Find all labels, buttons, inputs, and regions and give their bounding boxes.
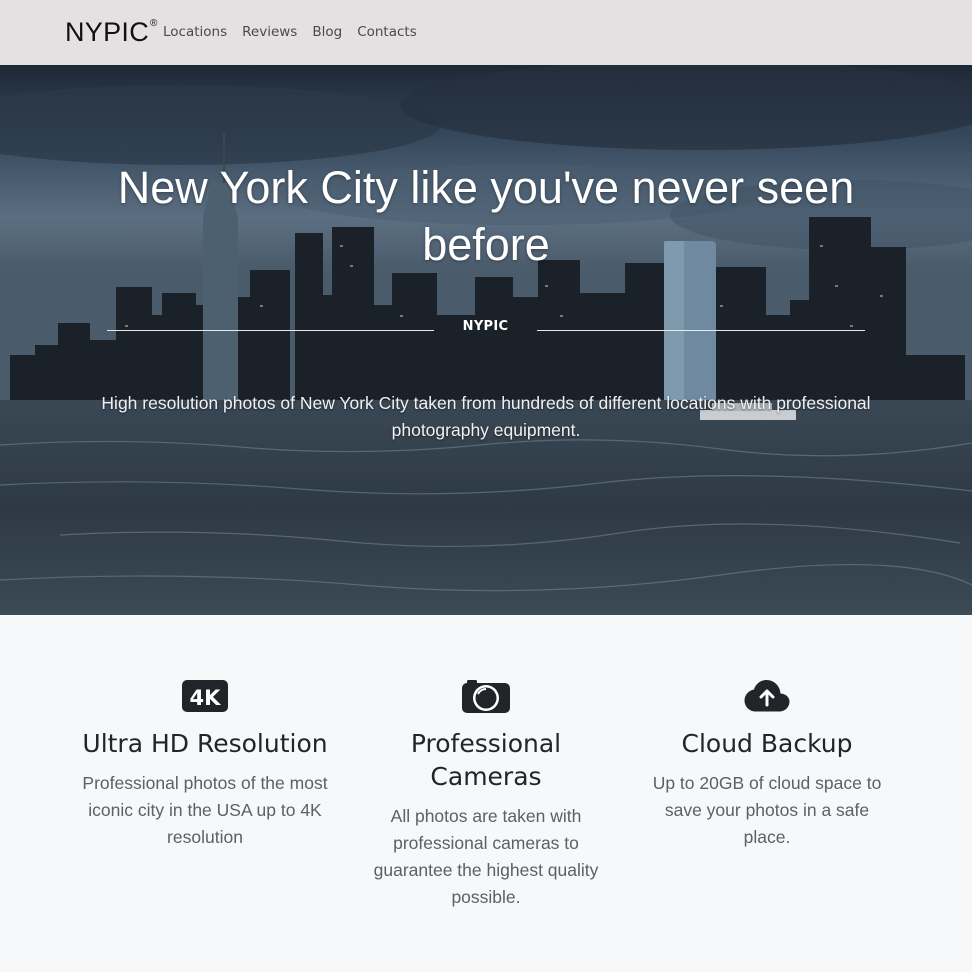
registered-mark: ® (150, 18, 158, 29)
4k-icon-text: 4K (190, 686, 222, 710)
camera-icon (345, 678, 627, 714)
navbar: NYPIC® Locations Reviews Blog Contacts (0, 0, 972, 65)
divider-line-right (537, 330, 865, 331)
nav-link-locations[interactable]: Locations (163, 24, 227, 40)
nav-link-blog[interactable]: Blog (312, 24, 342, 40)
feature-ultra-hd: 4K Ultra HD Resolution Professional phot… (64, 678, 346, 851)
hero-title: New York City like you've never seen bef… (117, 162, 855, 270)
main-nav: Locations Reviews Blog Contacts (163, 24, 417, 40)
feature-title: Professional Cameras (410, 729, 562, 791)
cloud-upload-icon (626, 678, 908, 714)
brand-name: NYPIC (65, 17, 150, 47)
hero-subtitle: High resolution photos of New York City … (101, 393, 871, 440)
feature-title: Ultra HD Resolution (82, 729, 328, 758)
hero-divider: NYPIC (107, 317, 865, 339)
brand-logo[interactable]: NYPIC® (65, 17, 158, 48)
feature-title: Cloud Backup (681, 729, 853, 758)
divider-label: NYPIC (462, 319, 509, 334)
hero-section: New York City like you've never seen bef… (0, 65, 972, 615)
divider-line-left (107, 330, 434, 331)
feature-description: All photos are taken with professional c… (373, 806, 599, 907)
nav-link-reviews[interactable]: Reviews (242, 24, 297, 40)
feature-description: Professional photos of the most iconic c… (82, 773, 328, 847)
4k-icon: 4K (64, 678, 346, 714)
feature-cloud-backup: Cloud Backup Up to 20GB of cloud space t… (626, 678, 908, 851)
feature-professional-cameras: Professional Cameras All photos are take… (345, 678, 627, 911)
skyline-background-image (0, 65, 972, 615)
feature-description: Up to 20GB of cloud space to save your p… (652, 773, 882, 847)
nav-link-contacts[interactable]: Contacts (357, 24, 417, 40)
